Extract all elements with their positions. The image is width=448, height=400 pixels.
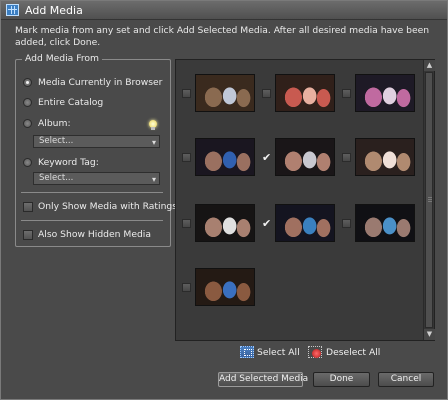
album-select[interactable]: Select... ▾ [33, 135, 160, 148]
keyword-select-value: Select... [39, 173, 74, 183]
cancel-button[interactable]: Cancel [378, 372, 434, 387]
photo-thumbnail[interactable] [275, 204, 335, 242]
thumbnail-checkbox[interactable]: ✔ [262, 218, 271, 229]
group-divider [21, 192, 163, 193]
photo-thumbnail[interactable] [355, 204, 415, 242]
photo-thumbnail[interactable] [275, 74, 335, 112]
media-grid-panel: ✔ ✔ ▲ ▼ [175, 59, 435, 341]
vertical-scrollbar[interactable]: ▲ ▼ [423, 60, 435, 340]
window-title: Add Media [25, 4, 83, 17]
thumbnail-checkbox[interactable] [182, 219, 191, 228]
done-button[interactable]: Done [313, 372, 370, 387]
app-window-icon [6, 4, 19, 16]
photo-thumbnail[interactable] [195, 138, 255, 176]
photo-thumbnail[interactable] [355, 138, 415, 176]
thumbnail-checkbox[interactable] [182, 89, 191, 98]
only-ratings-label: Only Show Media with Ratings [38, 201, 178, 212]
only-ratings-checkbox[interactable] [23, 202, 33, 212]
radio-keyword-tag[interactable] [23, 158, 32, 167]
radio-album[interactable] [23, 119, 32, 128]
scroll-up-icon[interactable]: ▲ [424, 60, 435, 71]
scrollbar-grip-icon [428, 197, 432, 203]
photo-thumbnail[interactable] [355, 74, 415, 112]
title-bar[interactable]: Add Media [1, 1, 447, 20]
instructions-text: Mark media from any set and click Add Se… [15, 25, 430, 48]
add-selected-media-button[interactable]: Add Selected Media [218, 372, 308, 387]
thumbnail-checkbox[interactable] [182, 283, 191, 292]
chevron-down-icon: ▾ [151, 138, 156, 147]
thumbnail-grid: ✔ ✔ [176, 60, 423, 340]
select-all-link[interactable]: Select All [257, 347, 300, 358]
select-all-icon[interactable] [240, 346, 254, 358]
group-divider [21, 220, 163, 221]
show-hidden-checkbox[interactable] [23, 230, 33, 240]
thumbnail-checkbox[interactable] [262, 89, 271, 98]
deselect-all-link[interactable]: Deselect All [326, 347, 380, 358]
chevron-down-icon: ▾ [151, 175, 156, 184]
scroll-down-icon[interactable]: ▼ [424, 329, 435, 340]
keyword-select[interactable]: Select... ▾ [33, 172, 160, 185]
photo-thumbnail[interactable] [195, 74, 255, 112]
thumbnail-checkbox[interactable] [342, 153, 351, 162]
thumbnail-checkbox[interactable] [342, 89, 351, 98]
radio-entire-catalog[interactable] [23, 98, 32, 107]
group-legend: Add Media From [22, 53, 102, 64]
photo-thumbnail[interactable] [195, 268, 255, 306]
photo-thumbnail[interactable] [195, 204, 255, 242]
lightbulb-icon[interactable] [149, 120, 157, 130]
thumbnail-checkbox[interactable] [342, 219, 351, 228]
add-media-dialog: Add Media Mark media from any set and cl… [0, 0, 448, 400]
radio-label-album: Album: [38, 118, 71, 129]
radio-media-in-browser[interactable] [23, 78, 32, 87]
photo-thumbnail[interactable] [275, 138, 335, 176]
radio-label-keyword-tag: Keyword Tag: [38, 157, 99, 168]
album-select-value: Select... [39, 136, 74, 146]
thumbnail-checkbox[interactable] [182, 153, 191, 162]
thumbnail-checkbox[interactable]: ✔ [262, 152, 271, 163]
deselect-all-icon[interactable] [308, 346, 322, 358]
radio-label-media-in-browser: Media Currently in Browser [38, 77, 163, 88]
scrollbar-thumb[interactable] [425, 72, 433, 328]
radio-label-entire-catalog: Entire Catalog [38, 97, 104, 108]
show-hidden-label: Also Show Hidden Media [38, 229, 151, 240]
